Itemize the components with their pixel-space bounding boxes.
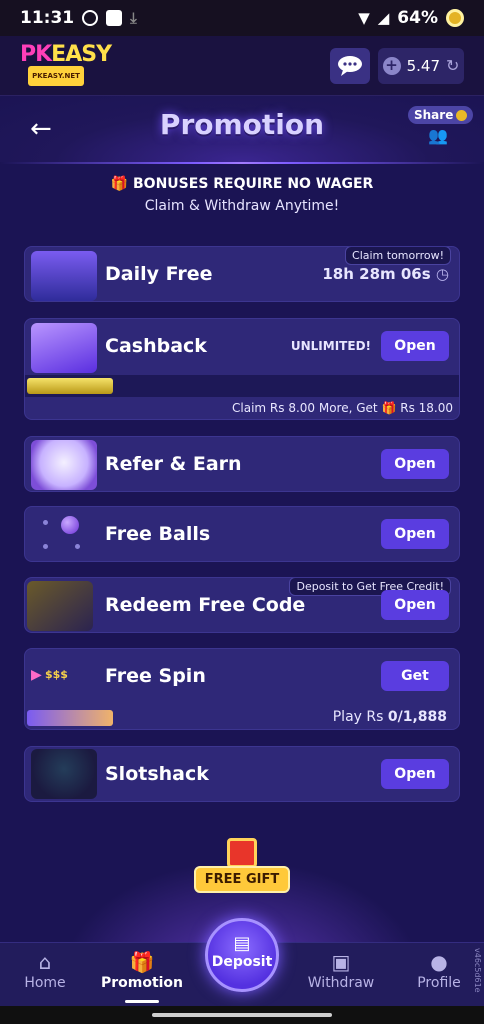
status-time: 11:31	[20, 8, 75, 28]
nav-promotion[interactable]: 🎁 Promotion	[97, 949, 187, 991]
gift-icon: 🎁	[129, 950, 155, 974]
redeem-open-button[interactable]: Open	[381, 590, 449, 620]
slot-sign-icon: ▶ $$$	[31, 667, 68, 683]
page-header: ← Promotion Share 👥	[0, 96, 484, 162]
card-title: Cashback	[105, 335, 207, 357]
nav-label: Home	[24, 975, 66, 991]
chat-icon	[338, 55, 362, 76]
refer-open-button[interactable]: Open	[381, 449, 449, 479]
nav-home[interactable]: ⌂ Home	[0, 949, 90, 991]
free-spin-progress-bar	[25, 707, 125, 729]
gift-icon: 🎁	[110, 176, 129, 192]
treasure-chest-icon	[31, 251, 97, 301]
progress-fill	[27, 378, 113, 394]
share-button[interactable]: Share 👥	[408, 104, 474, 145]
whatsapp-icon	[82, 10, 99, 26]
cashback-open-button[interactable]: Open	[381, 331, 449, 361]
card-title: Slotshack	[105, 763, 209, 785]
play-progress-text: Play Rs 0/1,888	[332, 709, 447, 725]
nav-label: Promotion	[100, 975, 184, 991]
balls-icon	[31, 510, 97, 560]
bonus-notice: 🎁 BONUSES REQUIRE NO WAGER Claim & Withd…	[0, 176, 484, 214]
progress-fill	[27, 710, 113, 726]
home-indicator[interactable]	[152, 1013, 332, 1017]
free-balls-open-button[interactable]: Open	[381, 519, 449, 549]
card-daily-free[interactable]: Daily Free Claim tomorrow! 18h 28m 06s ◷	[24, 246, 460, 302]
gift-box-icon	[227, 838, 257, 868]
deposit-icon: ▤	[233, 933, 251, 954]
share-label: Share	[414, 108, 454, 122]
nav-label: Deposit	[211, 954, 273, 970]
wallet-icon	[31, 323, 97, 373]
withdraw-icon: ▣	[331, 950, 351, 974]
card-slotshack[interactable]: Slotshack Open	[24, 746, 460, 802]
coin-icon	[456, 109, 468, 121]
card-redeem-code[interactable]: Redeem Free Code Deposit to Get Free Cre…	[24, 577, 460, 633]
home-icon: ⌂	[38, 950, 52, 974]
nav-profile[interactable]: ● Profile	[394, 949, 484, 991]
system-nav-bar	[0, 1006, 484, 1024]
gift-icon: 🎁	[381, 401, 397, 415]
users-icon: 👥	[428, 126, 448, 145]
cashback-progress-bar	[25, 375, 459, 397]
unlimited-badge: UNLIMITED!	[290, 339, 371, 353]
free-spin-get-button[interactable]: Get	[381, 661, 449, 691]
nav-label: Withdraw	[307, 975, 375, 991]
nav-label: Profile	[417, 975, 461, 991]
balance-amount: 5.47	[406, 56, 440, 75]
add-funds-icon[interactable]: +	[382, 56, 401, 75]
refresh-icon[interactable]: ↻	[446, 56, 459, 75]
brand-logo[interactable]: PKEASY PKEASY.NET	[20, 43, 112, 86]
notice-subline: Claim & Withdraw Anytime!	[144, 198, 340, 214]
card-title: Free Balls	[105, 523, 211, 545]
card-free-spin[interactable]: ▶ $$$ Free Spin Get Play Rs 0/1,888	[24, 648, 460, 730]
profile-icon: ●	[430, 950, 448, 974]
card-free-balls[interactable]: Free Balls Open	[24, 506, 460, 562]
free-gift-label: FREE GIFT	[194, 866, 290, 893]
cashback-note: Claim Rs 8.00 More, Get 🎁 Rs 18.00	[232, 401, 453, 415]
card-title: Refer & Earn	[105, 453, 242, 475]
download-icon: ⤓	[130, 9, 137, 27]
timer-text: 18h 28m 06s	[322, 265, 431, 283]
balance-display[interactable]: + 5.47 ↻	[378, 47, 464, 84]
nav-deposit[interactable]: ▤ Deposit	[205, 918, 279, 992]
status-bar: 11:31 ⤓ ▼ ◢ 64%	[0, 0, 484, 36]
card-title: Redeem Free Code	[105, 594, 306, 616]
claim-tomorrow-tag: Claim tomorrow!	[345, 247, 451, 265]
card-title: Daily Free	[105, 263, 213, 285]
active-tab-indicator	[125, 1000, 159, 1003]
nav-withdraw[interactable]: ▣ Withdraw	[296, 949, 386, 991]
header-divider	[0, 162, 484, 164]
notice-headline: BONUSES REQUIRE NO WAGER	[133, 176, 374, 192]
ticket-icon	[27, 581, 93, 631]
slotshack-open-button[interactable]: Open	[381, 759, 449, 789]
app-notification-icon	[106, 10, 123, 26]
battery-text: 64%	[397, 8, 438, 28]
app-top-bar: PKEASY PKEASY.NET + 5.47 ↻	[0, 36, 484, 96]
card-title: Free Spin	[105, 665, 206, 687]
lucky-cat-icon	[31, 440, 97, 490]
signal-icon: ◢	[377, 9, 390, 27]
free-gift-button[interactable]: FREE GIFT	[194, 838, 290, 893]
chat-button[interactable]	[330, 47, 370, 84]
countdown-timer: 18h 28m 06s ◷	[322, 265, 449, 283]
hacker-icon	[31, 749, 97, 799]
coin-notification-icon	[446, 9, 464, 27]
version-text: v46c5d61e	[473, 948, 482, 993]
clock-icon: ◷	[435, 265, 449, 283]
card-refer-earn[interactable]: Refer & Earn Open	[24, 436, 460, 492]
card-cashback[interactable]: Cashback UNLIMITED! Open Claim Rs 8.00 M…	[24, 318, 460, 420]
wifi-icon: ▼	[358, 9, 370, 27]
